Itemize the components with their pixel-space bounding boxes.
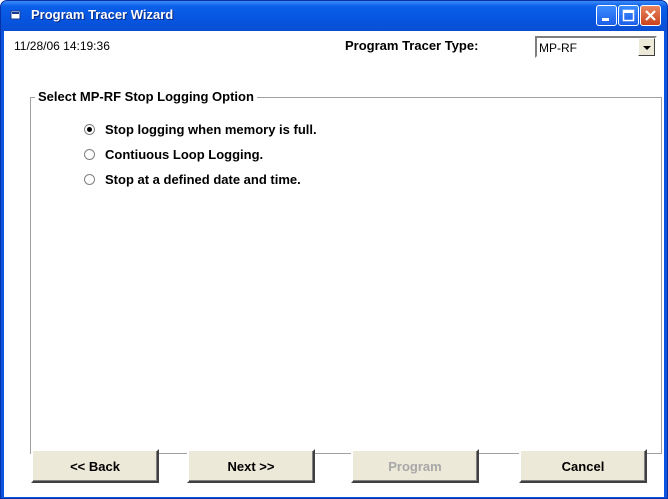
dropdown-arrow-button[interactable] [638,38,655,56]
tracer-type-dropdown[interactable]: MP-RF [535,36,657,58]
minimize-icon [602,18,609,21]
close-icon [645,10,656,21]
tracer-type-value: MP-RF [539,41,577,55]
chevron-down-icon [643,46,651,50]
option-defined-date-time[interactable]: Stop at a defined date and time. [84,170,301,188]
app-icon [10,10,21,20]
cancel-button[interactable]: Cancel [519,449,647,483]
wizard-window: Program Tracer Wizard 11/28/06 14:19:36 … [0,0,668,499]
client-area: 11/28/06 14:19:36 Program Tracer Type: M… [4,31,664,497]
radio-label: Contiuous Loop Logging. [105,146,264,162]
groupbox-title: Select MP-RF Stop Logging Option [35,89,257,104]
radio-button[interactable] [84,173,95,185]
tracer-type-label: Program Tracer Type: [345,38,479,53]
next-button[interactable]: Next >> [187,449,315,483]
radio-label: Stop logging when memory is full. [105,121,317,137]
option-memory-full[interactable]: Stop logging when memory is full. [84,120,317,138]
maximize-button[interactable] [618,5,639,26]
option-continuous-loop[interactable]: Contiuous Loop Logging. [84,145,263,163]
radio-label: Stop at a defined date and time. [105,171,301,187]
timestamp-label: 11/28/06 14:19:36 [14,39,110,53]
window-title: Program Tracer Wizard [31,7,174,22]
radio-button[interactable] [84,123,95,135]
back-button[interactable]: << Back [31,449,159,483]
close-button[interactable] [640,5,661,26]
maximize-icon [622,9,635,22]
title-bar[interactable]: Program Tracer Wizard [1,1,667,31]
radio-button[interactable] [84,148,95,160]
minimize-button[interactable] [596,5,617,26]
program-button[interactable]: Program [351,449,479,483]
